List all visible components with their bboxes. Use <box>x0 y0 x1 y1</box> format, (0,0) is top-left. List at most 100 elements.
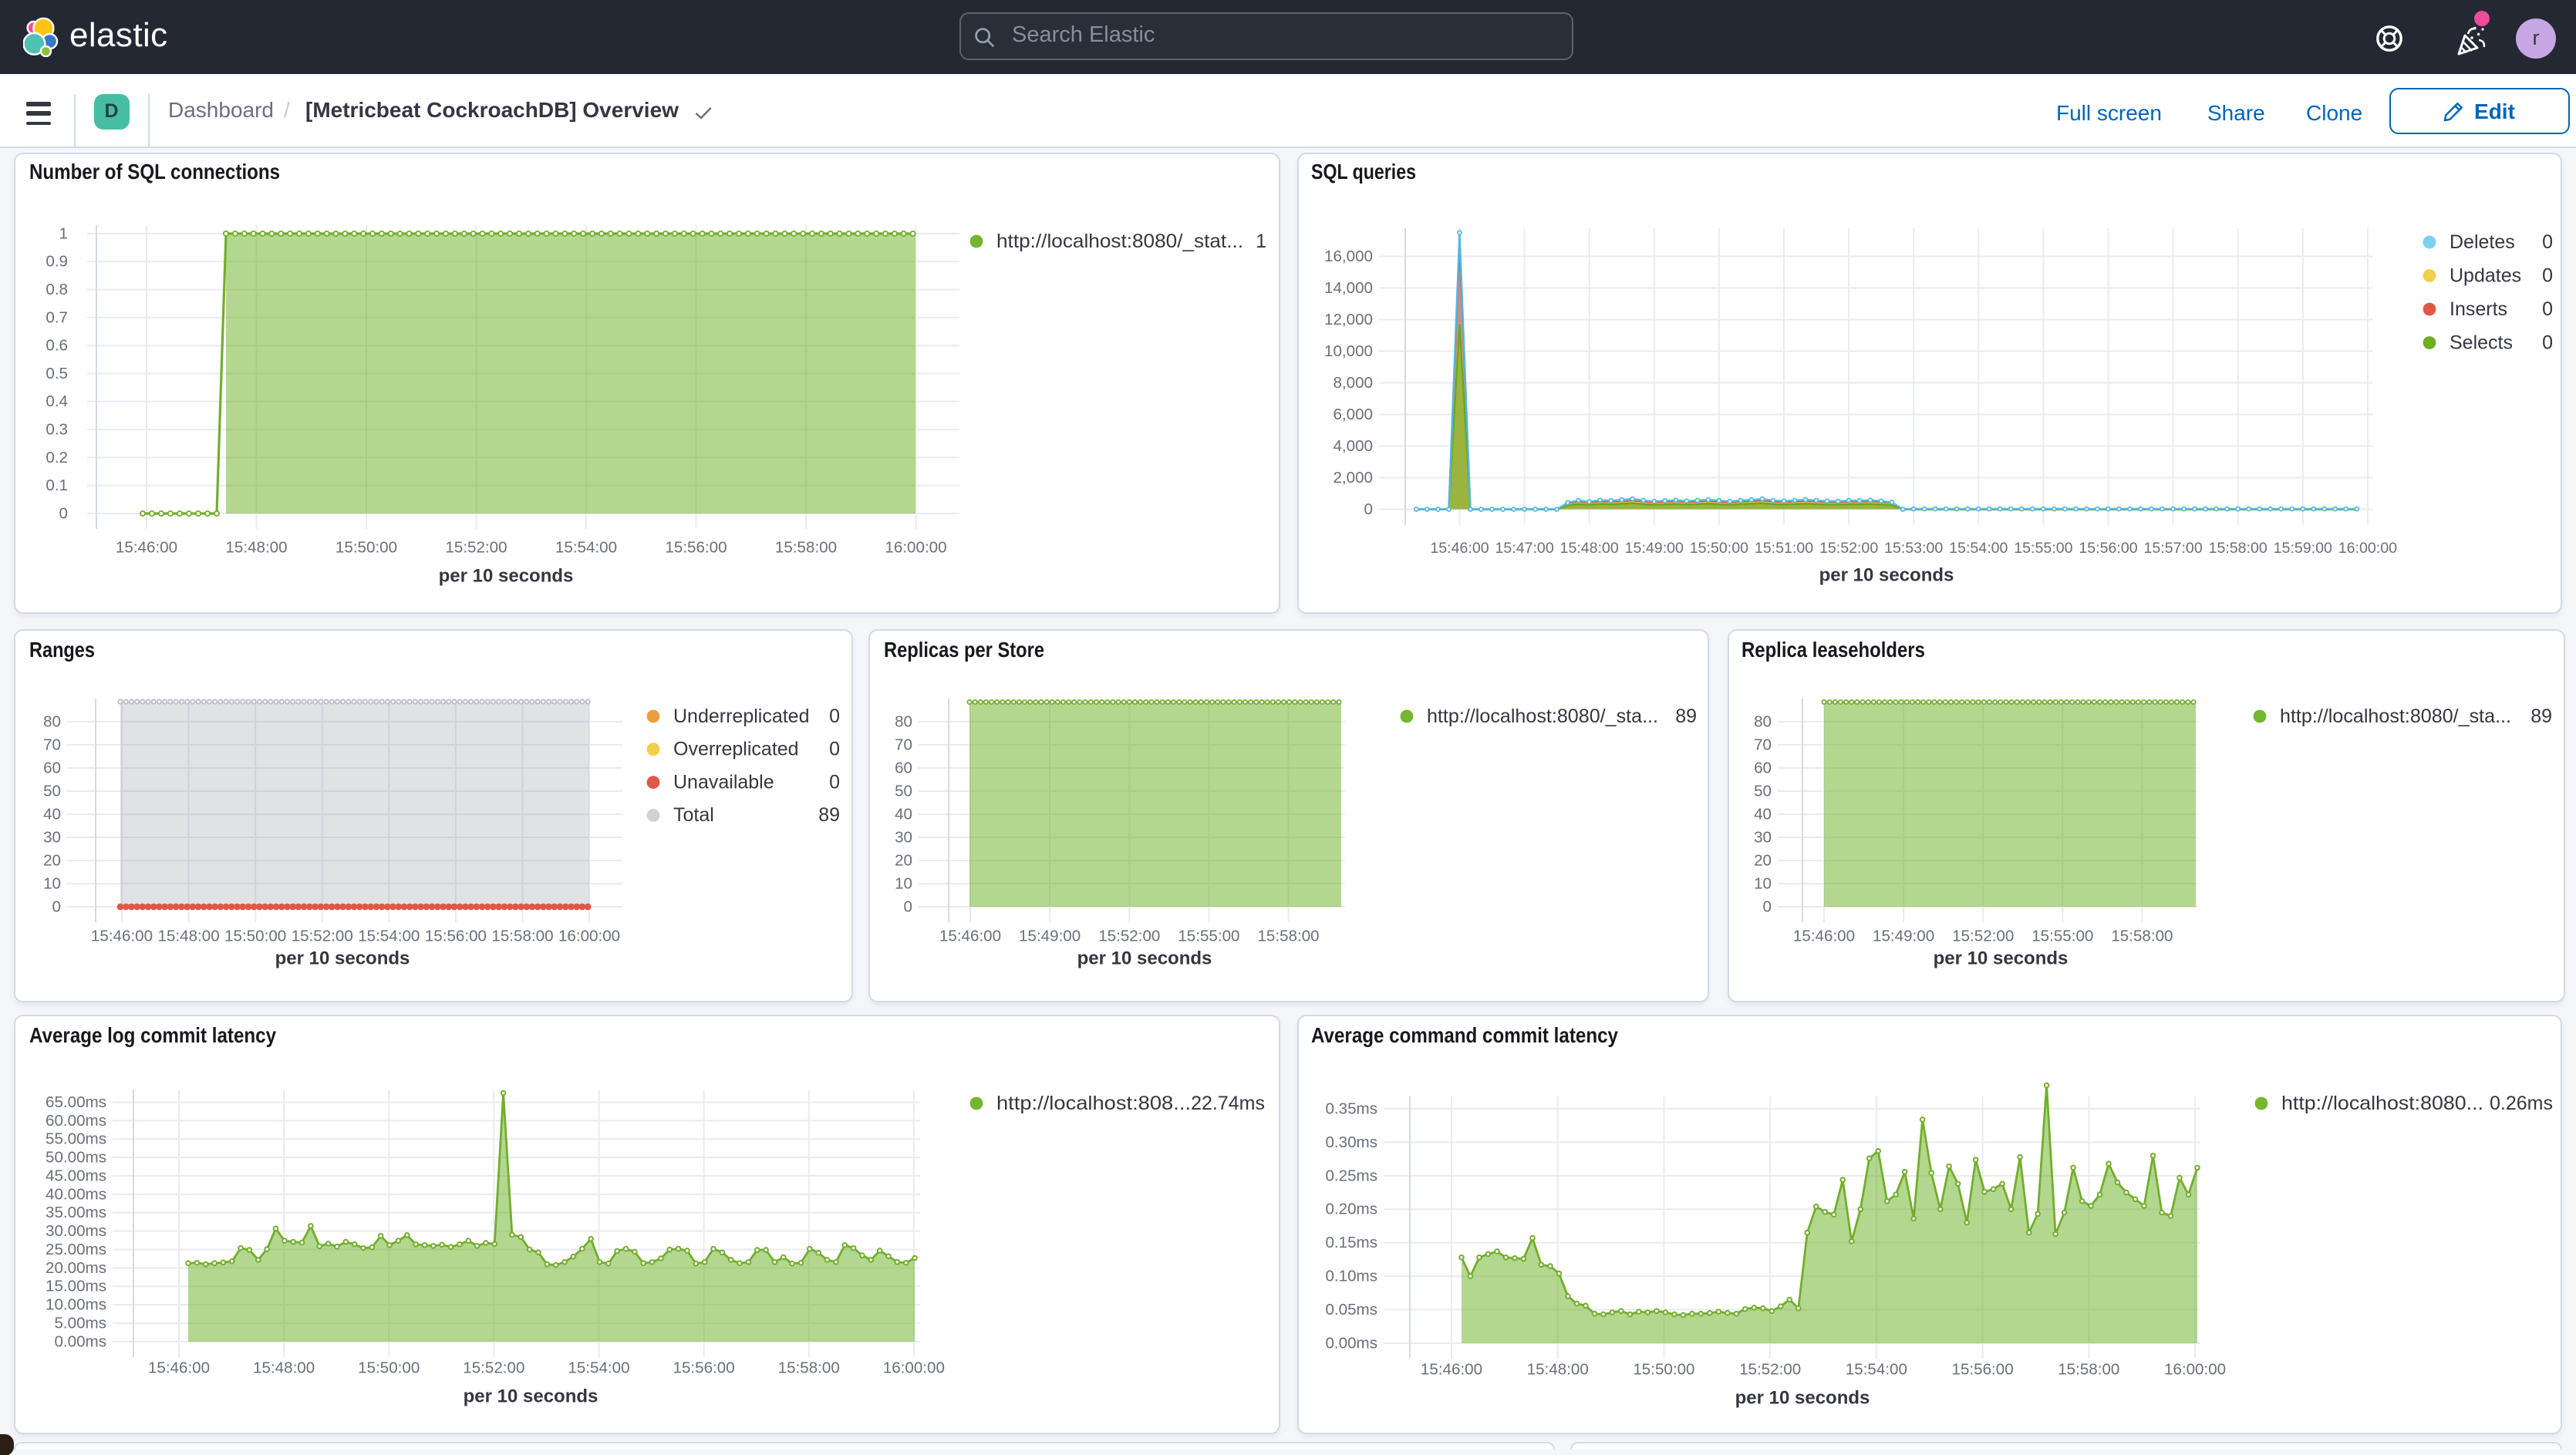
svg-text:0.4: 0.4 <box>46 392 68 409</box>
svg-text:15:49:00: 15:49:00 <box>1872 927 1934 945</box>
svg-text:15:52:00: 15:52:00 <box>292 927 353 945</box>
svg-text:15:46:00: 15:46:00 <box>116 537 177 555</box>
svg-text:40: 40 <box>895 805 912 823</box>
svg-text:16:00:00: 16:00:00 <box>2338 539 2396 556</box>
svg-text:5.00ms: 5.00ms <box>54 1314 106 1332</box>
svg-text:0.00ms: 0.00ms <box>1324 1334 1377 1352</box>
svg-text:10.00ms: 10.00ms <box>46 1296 106 1314</box>
svg-text:0: 0 <box>59 504 68 521</box>
svg-text:0: 0 <box>1364 500 1372 517</box>
svg-text:50.00ms: 50.00ms <box>46 1149 106 1167</box>
svg-text:15:53:00: 15:53:00 <box>1883 539 1942 556</box>
svg-text:70: 70 <box>1753 736 1771 753</box>
svg-text:15:56:00: 15:56:00 <box>665 537 727 555</box>
svg-text:0.6: 0.6 <box>46 336 68 354</box>
svg-text:15:55:00: 15:55:00 <box>2013 539 2072 556</box>
svg-text:15:47:00: 15:47:00 <box>1494 539 1553 556</box>
svg-text:30: 30 <box>1753 828 1771 846</box>
svg-text:0: 0 <box>2541 331 2552 352</box>
svg-text:15:57:00: 15:57:00 <box>2143 539 2201 556</box>
svg-text:89: 89 <box>2530 706 2551 727</box>
svg-text:0: 0 <box>1762 898 1771 915</box>
svg-text:25.00ms: 25.00ms <box>46 1241 106 1258</box>
svg-text:1: 1 <box>1256 230 1266 251</box>
svg-text:15:52:00: 15:52:00 <box>1951 927 2013 945</box>
svg-text:per 10 seconds: per 10 seconds <box>1735 1387 1870 1408</box>
svg-text:6,000: 6,000 <box>1332 405 1372 423</box>
svg-text:14,000: 14,000 <box>1323 278 1372 296</box>
svg-text:15:59:00: 15:59:00 <box>2273 539 2332 556</box>
svg-text:15:58:00: 15:58:00 <box>2057 1360 2119 1378</box>
svg-text:Deletes: Deletes <box>2449 231 2514 252</box>
svg-text:Total: Total <box>673 804 714 826</box>
svg-text:15:58:00: 15:58:00 <box>1257 927 1319 945</box>
svg-text:0: 0 <box>829 771 840 793</box>
svg-text:30: 30 <box>895 828 912 846</box>
svg-text:45.00ms: 45.00ms <box>46 1167 106 1184</box>
svg-text:65.00ms: 65.00ms <box>46 1093 106 1111</box>
svg-text:per 10 seconds: per 10 seconds <box>275 948 410 968</box>
svg-text:16,000: 16,000 <box>1323 247 1372 264</box>
svg-text:per 10 seconds: per 10 seconds <box>464 1386 598 1406</box>
svg-text:15.00ms: 15.00ms <box>46 1278 106 1295</box>
svg-text:0.35ms: 0.35ms <box>1324 1100 1377 1117</box>
svg-text:22.74ms: 22.74ms <box>1191 1093 1265 1114</box>
svg-text:Overreplicated: Overreplicated <box>673 739 799 760</box>
svg-text:0.1: 0.1 <box>46 476 68 493</box>
svg-text:15:50:00: 15:50:00 <box>1689 539 1748 556</box>
svg-text:0.10ms: 0.10ms <box>1324 1268 1377 1285</box>
svg-text:30: 30 <box>43 828 61 846</box>
svg-text:89: 89 <box>1675 706 1697 727</box>
svg-text:15:56:00: 15:56:00 <box>425 927 487 945</box>
svg-text:per 10 seconds: per 10 seconds <box>1819 564 1954 584</box>
svg-text:0.7: 0.7 <box>46 308 68 325</box>
svg-text:15:48:00: 15:48:00 <box>1526 1360 1588 1378</box>
svg-text:15:48:00: 15:48:00 <box>1559 539 1618 556</box>
svg-text:80: 80 <box>1753 712 1771 730</box>
svg-text:15:56:00: 15:56:00 <box>2078 539 2136 556</box>
svg-text:20: 20 <box>895 851 912 869</box>
svg-text:15:56:00: 15:56:00 <box>1951 1360 2013 1378</box>
svg-text:15:51:00: 15:51:00 <box>1754 539 1812 556</box>
svg-text:15:50:00: 15:50:00 <box>335 537 397 555</box>
svg-text:http://localhost:8080/_sta...: http://localhost:8080/_sta... <box>2279 706 2510 727</box>
svg-text:15:55:00: 15:55:00 <box>1178 927 1239 945</box>
svg-text:http://localhost:8080/_sta...: http://localhost:8080/_sta... <box>1427 706 1658 727</box>
svg-text:Unavailable: Unavailable <box>673 771 774 793</box>
svg-text:0: 0 <box>829 739 840 760</box>
svg-text:0.30ms: 0.30ms <box>1324 1133 1377 1151</box>
svg-text:per 10 seconds: per 10 seconds <box>1077 948 1212 968</box>
svg-text:15:55:00: 15:55:00 <box>2031 927 2092 945</box>
svg-text:15:52:00: 15:52:00 <box>463 1359 524 1376</box>
svg-text:0: 0 <box>52 898 61 915</box>
svg-text:0.26ms: 0.26ms <box>2489 1093 2552 1114</box>
svg-text:15:48:00: 15:48:00 <box>157 927 219 945</box>
svg-text:http://localhost:8080/_stat...: http://localhost:8080/_stat... <box>996 230 1243 251</box>
svg-text:16:00:00: 16:00:00 <box>885 537 946 555</box>
svg-text:15:50:00: 15:50:00 <box>1632 1360 1694 1378</box>
svg-text:15:54:00: 15:54:00 <box>555 537 617 555</box>
svg-text:15:58:00: 15:58:00 <box>2208 539 2267 556</box>
svg-text:0.15ms: 0.15ms <box>1324 1234 1377 1251</box>
svg-text:16:00:00: 16:00:00 <box>558 927 620 945</box>
svg-text:35.00ms: 35.00ms <box>46 1204 106 1221</box>
svg-text:0.20ms: 0.20ms <box>1324 1201 1377 1218</box>
svg-text:15:52:00: 15:52:00 <box>1738 1360 1800 1378</box>
svg-text:15:46:00: 15:46:00 <box>148 1359 210 1376</box>
svg-text:Updates: Updates <box>2449 264 2520 285</box>
svg-text:10: 10 <box>1753 874 1771 892</box>
svg-text:15:46:00: 15:46:00 <box>1429 539 1488 556</box>
svg-text:15:46:00: 15:46:00 <box>939 927 1001 945</box>
svg-text:15:54:00: 15:54:00 <box>1845 1360 1907 1378</box>
svg-text:0.25ms: 0.25ms <box>1324 1167 1377 1184</box>
svg-text:15:58:00: 15:58:00 <box>775 537 837 555</box>
svg-text:15:58:00: 15:58:00 <box>491 927 553 945</box>
svg-text:15:52:00: 15:52:00 <box>1098 927 1160 945</box>
svg-text:http://localhost:8080...: http://localhost:8080... <box>2281 1093 2483 1114</box>
svg-text:40: 40 <box>43 805 61 823</box>
svg-text:0.3: 0.3 <box>46 420 68 438</box>
svg-text:0.9: 0.9 <box>46 252 68 270</box>
svg-text:70: 70 <box>895 736 912 753</box>
svg-text:4,000: 4,000 <box>1332 436 1372 454</box>
svg-text:55.00ms: 55.00ms <box>46 1130 106 1148</box>
